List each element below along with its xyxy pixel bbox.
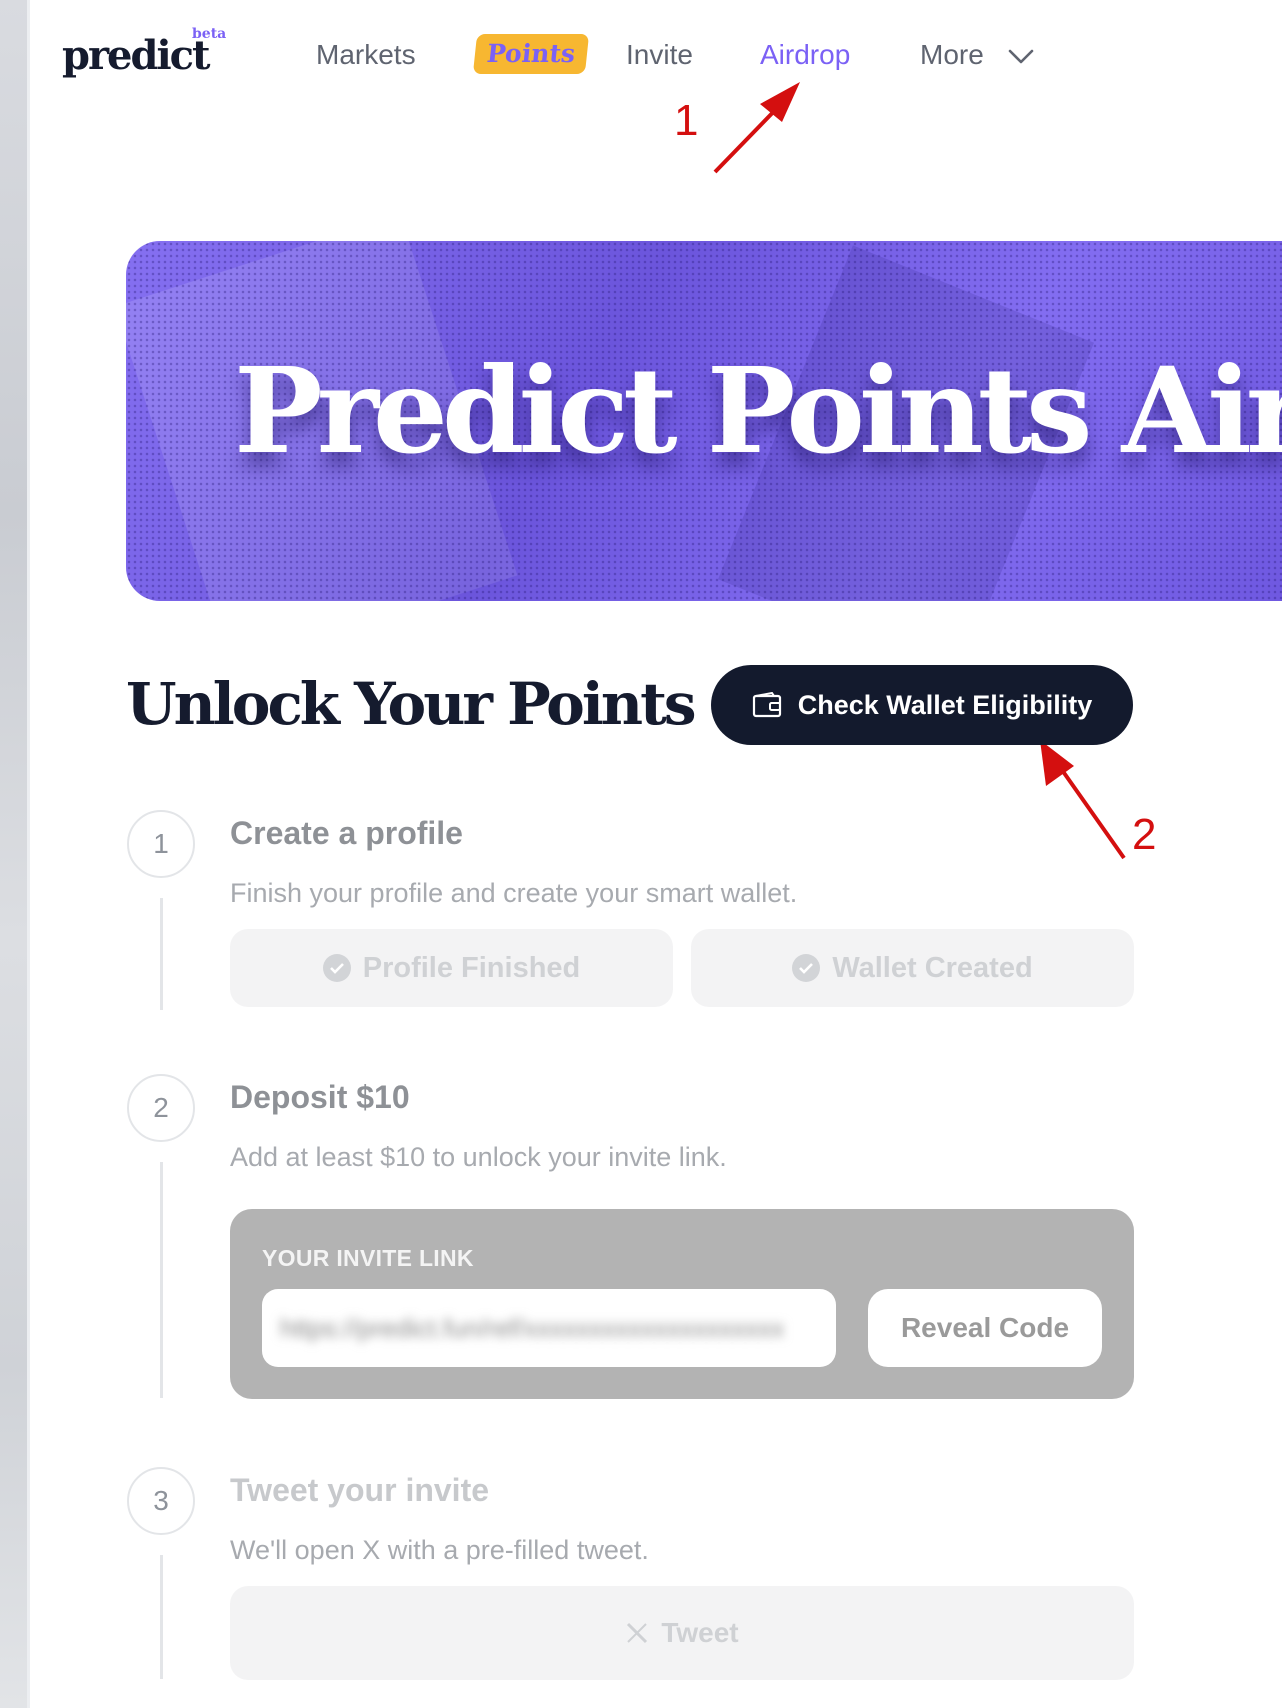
step-connector [160, 1555, 163, 1679]
wallet-created-label: Wallet Created [832, 951, 1033, 984]
profile-finished-label: Profile Finished [362, 951, 581, 984]
beta-badge: beta [192, 26, 227, 42]
step-3-description: We'll open X with a pre-filled tweet. [230, 1535, 649, 1565]
predict-logo[interactable]: predict beta [62, 26, 226, 86]
nav-points[interactable]: Points [472, 34, 590, 74]
invite-link-label: YOUR INVITE LINK [262, 1245, 474, 1271]
nav-invite[interactable]: Invite [626, 35, 693, 75]
reveal-code-button[interactable]: Reveal Code [868, 1289, 1102, 1367]
logo-wordmark: predict [62, 32, 210, 79]
step-connector [160, 898, 163, 1010]
background-strip [0, 0, 30, 1708]
step-1-title: Create a profile [230, 815, 463, 851]
airdrop-banner: Predict Points Aird [126, 241, 1282, 601]
wallet-icon [752, 692, 781, 718]
step-3-title: Tweet your invite [230, 1472, 490, 1508]
nav-more-label: More [920, 39, 984, 70]
annotation-number-1: 1 [674, 96, 699, 145]
profile-finished-button[interactable]: Profile Finished [230, 929, 673, 1007]
check-wallet-eligibility-button[interactable]: Check Wallet Eligibility [711, 665, 1133, 745]
tweet-label: Tweet [661, 1617, 739, 1648]
invite-link-panel: YOUR INVITE LINK https://predict.fun/ref… [230, 1209, 1134, 1399]
page-title: Unlock Your Points [126, 670, 697, 738]
invite-link-field[interactable]: https://predict.fun/ref/xxxxxxxxxxxxxxxx… [262, 1289, 836, 1367]
tweet-button[interactable]: Tweet [230, 1586, 1134, 1680]
step-number-3: 3 [127, 1467, 195, 1535]
step-2-title: Deposit $10 [230, 1079, 410, 1115]
step-2-description: Add at least $10 to unlock your invite l… [230, 1142, 727, 1172]
step-number-2: 2 [127, 1074, 195, 1142]
step-1-description: Finish your profile and create your smar… [230, 878, 798, 908]
annotation-number-2: 2 [1132, 810, 1157, 859]
step-number-1: 1 [127, 810, 195, 878]
banner-title: Predict Points Aird [234, 341, 1282, 480]
nav-more[interactable]: More [920, 35, 1034, 75]
wallet-created-button[interactable]: Wallet Created [691, 929, 1134, 1007]
x-logo-icon [627, 1622, 648, 1644]
step-connector [160, 1162, 163, 1398]
check-circle-icon [792, 954, 821, 982]
chevron-down-icon [1008, 49, 1033, 63]
check-circle-icon [322, 954, 351, 982]
check-wallet-eligibility-label: Check Wallet Eligibility [797, 689, 1093, 720]
nav-airdrop[interactable]: Airdrop [760, 35, 850, 75]
invite-link-value: https://predict.fun/ref/xxxxxxxxxxxxxxxx… [280, 1313, 785, 1343]
nav-markets[interactable]: Markets [316, 35, 416, 75]
